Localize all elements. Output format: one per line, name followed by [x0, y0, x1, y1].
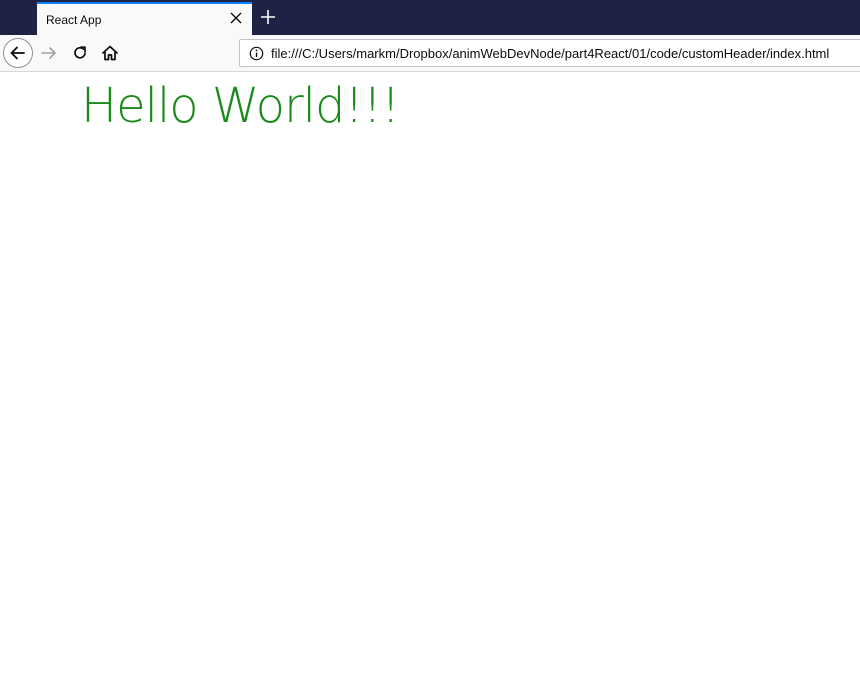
page-content: Hello World!!! [0, 72, 860, 675]
back-button[interactable] [3, 38, 33, 68]
tab-react-app[interactable]: React App [37, 2, 252, 35]
navigation-toolbar: file:///C:/Users/markm/Dropbox/animWebDe… [0, 35, 860, 72]
forward-button[interactable] [39, 43, 59, 63]
reload-button[interactable] [70, 43, 90, 63]
page-heading: Hello World!!! [81, 78, 400, 134]
back-arrow-icon [10, 46, 25, 60]
tab-title: React App [46, 13, 102, 27]
url-text[interactable]: file:///C:/Users/markm/Dropbox/animWebDe… [271, 46, 829, 61]
home-button[interactable] [100, 43, 120, 63]
url-bar[interactable]: file:///C:/Users/markm/Dropbox/animWebDe… [239, 39, 860, 67]
close-icon[interactable] [229, 11, 243, 25]
reload-icon [74, 46, 86, 59]
forward-arrow-icon [41, 47, 56, 59]
home-icon [102, 45, 118, 61]
plus-icon[interactable] [259, 8, 277, 26]
info-icon[interactable] [249, 46, 264, 61]
tab-strip: React App [0, 0, 860, 35]
